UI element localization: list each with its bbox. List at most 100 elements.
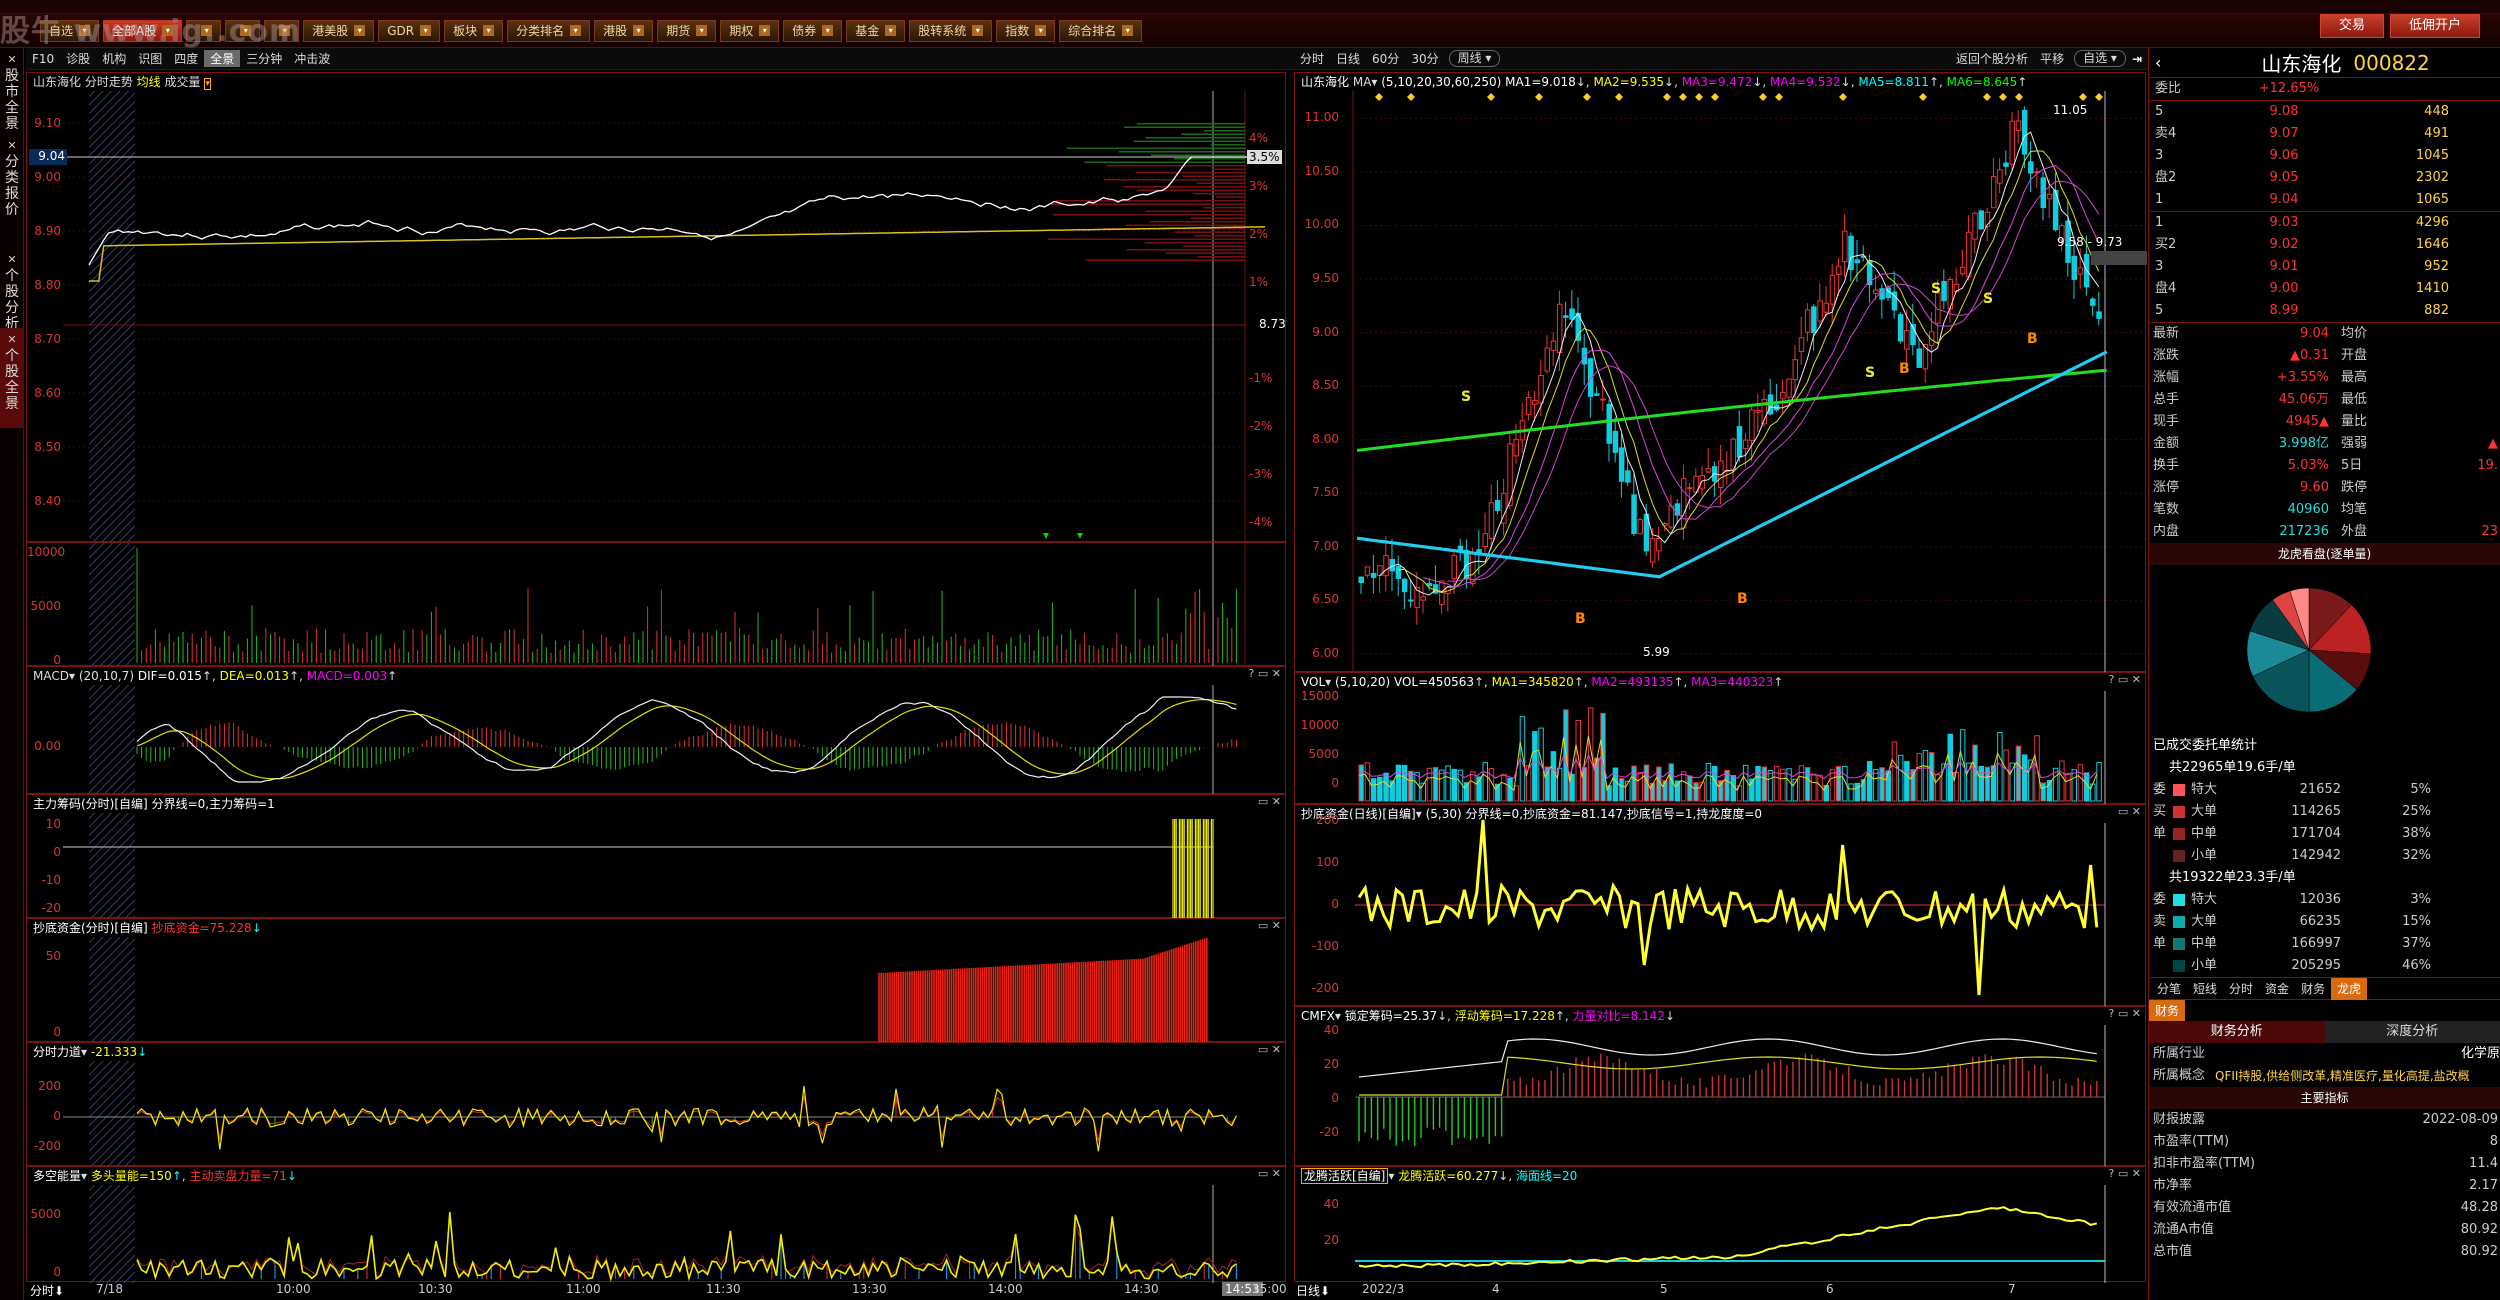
left-tab-analysis[interactable]: ✕ 个股分析 — [0, 248, 24, 338]
daily-period-button[interactable]: 日线⬇ — [1296, 1282, 1330, 1299]
order-book-row[interactable]: 卖4 9.07 491 — [2149, 123, 2500, 145]
order-book-row[interactable]: 盘4 9.00 1410 — [2149, 278, 2500, 300]
top-menu-item[interactable]: 板块 ▾ — [444, 19, 504, 42]
stat-row: 换手 5.03% 5日 19. — [2153, 458, 2498, 473]
tool-tab[interactable]: 冲击波 — [288, 50, 336, 67]
tool-tab[interactable]: 机构 — [96, 50, 132, 67]
order-book-row[interactable]: 1 9.03 4296 — [2149, 212, 2500, 234]
tab-30min[interactable]: 30分 — [1405, 50, 1444, 67]
chevron-down-icon[interactable]: ▾ — [696, 25, 708, 36]
intraday-zlcm-panel[interactable]: 主力筹码(分时)[自编] 分界线=0,主力筹码=1 ▭ ✕ 10 0 -10 -20 — [26, 794, 1286, 919]
top-menu-item[interactable]: 港股 ▾ — [594, 19, 654, 42]
back-to-analysis-link[interactable]: 返回个股分析 — [1950, 50, 2034, 67]
tab-deep-analysis[interactable]: 深度分析 — [2325, 1021, 2500, 1043]
chevron-down-icon[interactable]: ▾ — [354, 25, 366, 36]
intraday-cdzj-panel[interactable]: 抄底资金(分时)[自编] 抄底资金=75.228↓ ▭ ✕ 50 0 — [26, 918, 1286, 1043]
order-book-row[interactable]: 买2 9.02 1646 — [2149, 234, 2500, 256]
daily-kline-panel[interactable]: 山东海化 MA▾ (5,10,20,30,60,250) MA1=9.018↓,… — [1294, 72, 2147, 673]
left-tab-quotes[interactable]: ✕ 分类报价 — [0, 134, 24, 224]
left-tab-panorama[interactable]: ✕ 个股全景 — [0, 328, 24, 428]
top-menu-item[interactable]: 分类排名 ▾ — [507, 19, 591, 42]
chevron-down-icon[interactable]: ▾ — [420, 25, 432, 36]
quote-tab[interactable]: 分时 — [2223, 978, 2259, 1000]
order-book-row[interactable]: 5 9.08 448 — [2149, 101, 2500, 123]
open-account-button[interactable]: 低佣开户 — [2390, 14, 2481, 38]
current-price-tag: 9.04 — [38, 149, 65, 163]
left-tab-market[interactable]: ✕ 股市全景 — [0, 48, 24, 132]
tool-tab[interactable]: 三分钟 — [240, 50, 288, 67]
top-menu-item[interactable]: 债券 ▾ — [783, 19, 843, 42]
intraday-macd-panel[interactable]: MACD▾ (20,10,7) DIF=0.015↑, DEA=0.013↑, … — [26, 666, 1286, 795]
chevron-down-icon[interactable]: ▾ — [483, 25, 495, 36]
quote-tab[interactable]: 分笔 — [2151, 978, 2187, 1000]
legend-swatch — [2173, 828, 2185, 840]
chevron-down-icon[interactable]: ▾ — [822, 25, 834, 36]
close-icon[interactable]: ✕ — [0, 138, 24, 154]
intraday-price-panel[interactable]: 山东海化 分时走势 均线 成交量 ▾ 9.10 9.00 8.90 8.80 8.70 8… — [26, 72, 1286, 543]
tab-fin-analysis[interactable]: 财务分析 — [2149, 1021, 2325, 1043]
quote-tab[interactable]: 财务 — [2295, 978, 2331, 1000]
quote-tab[interactable]: 短线 — [2187, 978, 2223, 1000]
order-book-row[interactable]: 1 9.04 1065 — [2149, 189, 2500, 211]
tool-tab[interactable]: 全景 — [204, 50, 241, 67]
top-menu-item[interactable]: 期权 ▾ — [720, 19, 780, 42]
top-menu-item[interactable]: GDR ▾ — [378, 19, 441, 42]
collapse-icon[interactable]: ⇥ — [2126, 52, 2148, 66]
key-indicators-title: 主要指标 — [2149, 1087, 2500, 1109]
tool-tab[interactable]: 识图 — [132, 50, 168, 67]
chevron-down-icon[interactable]: ▾ — [633, 25, 645, 36]
time-tick: 11:30 — [706, 1282, 741, 1296]
top-menu-item[interactable]: 综合排名 ▾ — [1059, 19, 1143, 42]
daily-range-label: 9.58 - 9.73 — [2057, 235, 2123, 249]
price-tick: 8.80 — [34, 278, 61, 292]
daily-vol-tick: 5000 — [1308, 747, 1339, 761]
chevron-down-icon[interactable]: ▾ — [759, 25, 771, 36]
macd-tick: 0.00 — [34, 739, 61, 753]
top-menu-item[interactable]: 指数 ▾ — [996, 19, 1056, 42]
intraday-volume-panel[interactable]: 10000 5000 0 — [26, 542, 1286, 667]
chevron-down-icon[interactable]: ▾ — [570, 25, 582, 36]
close-icon[interactable]: ✕ — [0, 252, 24, 268]
top-menu-item[interactable]: 港美股 ▾ — [303, 19, 375, 42]
chevron-down-icon[interactable]: ▾ — [1122, 25, 1134, 36]
tab-finance[interactable]: 财务 — [2149, 999, 2186, 1022]
chevron-down-icon[interactable]: ▾ — [972, 25, 984, 36]
close-icon[interactable]: ✕ — [0, 332, 24, 348]
stat-row: 涨停 9.60 跌停 — [2153, 480, 2368, 495]
daily-cmfx-panel[interactable]: CMFX▾ 锁定筹码=25.37↓, 浮动筹码=17.228↑, 力量对比=8.… — [1294, 1006, 2146, 1167]
top-menu-item[interactable]: 期货 ▾ — [657, 19, 717, 42]
chevron-down-icon[interactable]: ▾ — [885, 25, 897, 36]
daily-cdzj-panel[interactable]: 抄底资金(日线)[自编]▾ (5,30) 分界线=0,抄底资金=81.147,抄… — [1294, 804, 2146, 1007]
intraday-chart — [29, 91, 1266, 543]
tool-tab[interactable]: F10 — [26, 52, 60, 66]
period-select[interactable]: 周线 ▾ — [1448, 50, 1501, 67]
close-icon[interactable]: ✕ — [0, 52, 24, 68]
order-book-row[interactable]: 5 8.99 882 — [2149, 300, 2500, 322]
order-book-row[interactable]: 3 9.01 952 — [2149, 256, 2500, 278]
daily-ltnh-panel[interactable]: 龙腾活跃[自编] ▾ 龙腾活跃=60.277↓, 海面线=20 ? ▭ ✕ 40 2… — [1294, 1166, 2146, 1283]
daily-cdzj-chart — [1355, 819, 2106, 1007]
intraday-period-button[interactable]: 分时⬇ — [30, 1282, 64, 1299]
intraday-energy-panel[interactable]: 多空能量▾ 多头量能=150↑, 主动卖盘力量=71↓ ▭ ✕ 5000 0 — [26, 1166, 1286, 1283]
order-book-row[interactable]: 盘2 9.05 2302 — [2149, 167, 2500, 189]
intraday-force-panel[interactable]: 分时力道▾ -21.333↓ ▭ ✕ 200 0 -200 — [26, 1042, 1286, 1167]
tab-daily[interactable]: 日线 — [1330, 50, 1366, 67]
pan-link[interactable]: 平移 — [2034, 50, 2070, 67]
quote-tab[interactable]: 资金 — [2259, 978, 2295, 1000]
tool-tab[interactable]: 四度 — [168, 50, 204, 67]
tab-intraday[interactable]: 分时 — [1294, 50, 1330, 67]
back-icon[interactable]: ‹ — [2155, 53, 2161, 72]
daily-vol-panel[interactable]: VOL▾ (5,10,20) VOL=450563↑, MA1=345820↑,… — [1294, 672, 2146, 805]
tool-tab[interactable]: 诊股 — [60, 50, 96, 67]
stat-row: 金额 3.998亿 强弱 ▲ — [2153, 436, 2498, 451]
watchlist-select[interactable]: 自选 ▾ — [2074, 50, 2126, 67]
stat-row: 涨幅 +3.55% 最高 — [2153, 370, 2368, 385]
order-book-row[interactable]: 3 9.06 1045 — [2149, 145, 2500, 167]
top-menu-item[interactable]: 股转系统 ▾ — [909, 19, 993, 42]
cdzj-tick: 0 — [53, 1025, 61, 1039]
quote-tab[interactable]: 龙虎 — [2331, 977, 2368, 1000]
tab-60min[interactable]: 60分 — [1366, 50, 1405, 67]
top-menu-item[interactable]: 基金 ▾ — [846, 19, 906, 42]
chevron-down-icon[interactable]: ▾ — [1035, 25, 1047, 36]
trade-button[interactable]: 交易 — [2320, 14, 2385, 38]
